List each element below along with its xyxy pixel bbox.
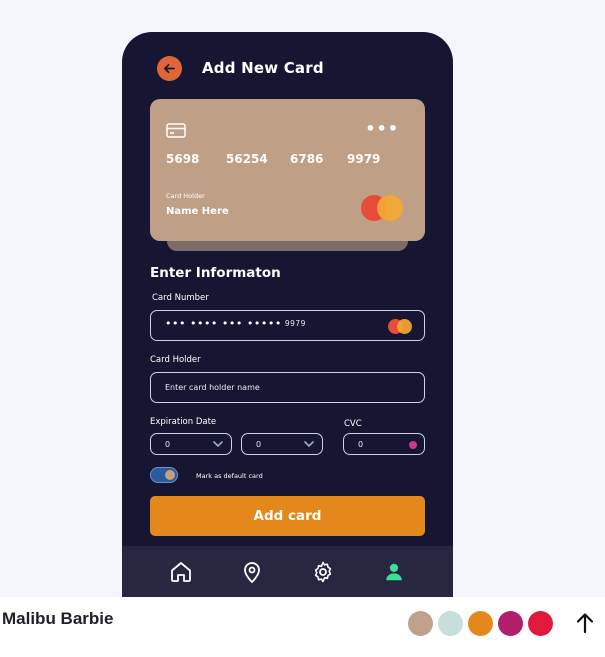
cvc-value: 0 [358,440,364,449]
card-number-label: Card Number [152,293,209,303]
nav-settings[interactable] [306,555,340,589]
chevron-down-icon [304,441,314,448]
credit-card-icon [166,123,186,138]
expiration-date-label: Expiration Date [150,417,217,427]
arrow-up-icon[interactable] [574,611,596,635]
theme-name: Malibu Barbie [2,609,114,628]
card-holder-input[interactable]: Enter card holder name [150,372,425,403]
card-number-masked: ••• •••• ••• ••••• 9979 [165,317,306,330]
expiration-month-select[interactable]: 0 [150,433,232,455]
app-header: Add New Card [122,32,453,102]
card-holder-caption: Card Holder [166,192,205,200]
mastercard-logo-icon [361,195,403,221]
theme-footer: Malibu Barbie [0,597,605,657]
cvc-info-icon[interactable] [409,441,417,449]
user-icon [385,563,402,581]
preview-stage: Add New Card ••• 5698 56254 6786 9979 Ca… [0,0,605,597]
month-value: 0 [165,440,171,449]
palette-swatch[interactable] [408,611,433,636]
mastercard-small-icon [388,319,412,334]
card-number-group: 56254 [226,152,268,166]
palette-swatch[interactable] [438,611,463,636]
palette-swatch[interactable] [498,611,523,636]
nav-home[interactable] [164,555,198,589]
section-title: Enter Informaton [150,265,281,281]
cvc-input[interactable]: 0 [343,433,425,455]
card-number-display: 5698 56254 6786 9979 [166,152,387,166]
default-card-toggle[interactable] [150,467,178,483]
card-holder-name: Name Here [166,206,229,217]
home-icon [171,562,192,582]
page-title: Add New Card [202,59,324,77]
phone-screen: Add New Card ••• 5698 56254 6786 9979 Ca… [122,32,453,597]
location-pin-icon [244,562,261,584]
palette-swatch[interactable] [528,611,553,636]
nav-location[interactable] [235,555,269,589]
card-number-last4: 9979 [284,319,306,328]
card-number-group: 6786 [290,152,324,166]
card-holder-placeholder: Enter card holder name [165,383,260,392]
card-menu-icon[interactable]: ••• [365,119,399,138]
bottom-nav [122,546,453,597]
card-number-input[interactable]: ••• •••• ••• ••••• 9979 [150,310,425,341]
toggle-knob [165,470,175,480]
palette-swatch[interactable] [468,611,493,636]
nav-profile[interactable] [377,555,411,589]
gear-icon [314,561,332,583]
card-number-group: 9979 [347,152,381,166]
back-button[interactable] [157,56,182,81]
credit-card-preview: ••• 5698 56254 6786 9979 Card Holder Nam… [150,99,425,241]
expiration-year-select[interactable]: 0 [241,433,323,455]
default-card-label: Mark as default card [196,472,263,480]
year-value: 0 [256,440,262,449]
card-holder-label: Card Holder [150,355,201,365]
chevron-down-icon [213,441,223,448]
arrow-left-icon [164,63,175,74]
card-number-group: 5698 [166,152,200,166]
cvc-label: CVC [344,419,362,429]
card-number-mask: ••• •••• ••• ••••• [165,317,282,330]
add-card-button[interactable]: Add card [150,496,425,536]
